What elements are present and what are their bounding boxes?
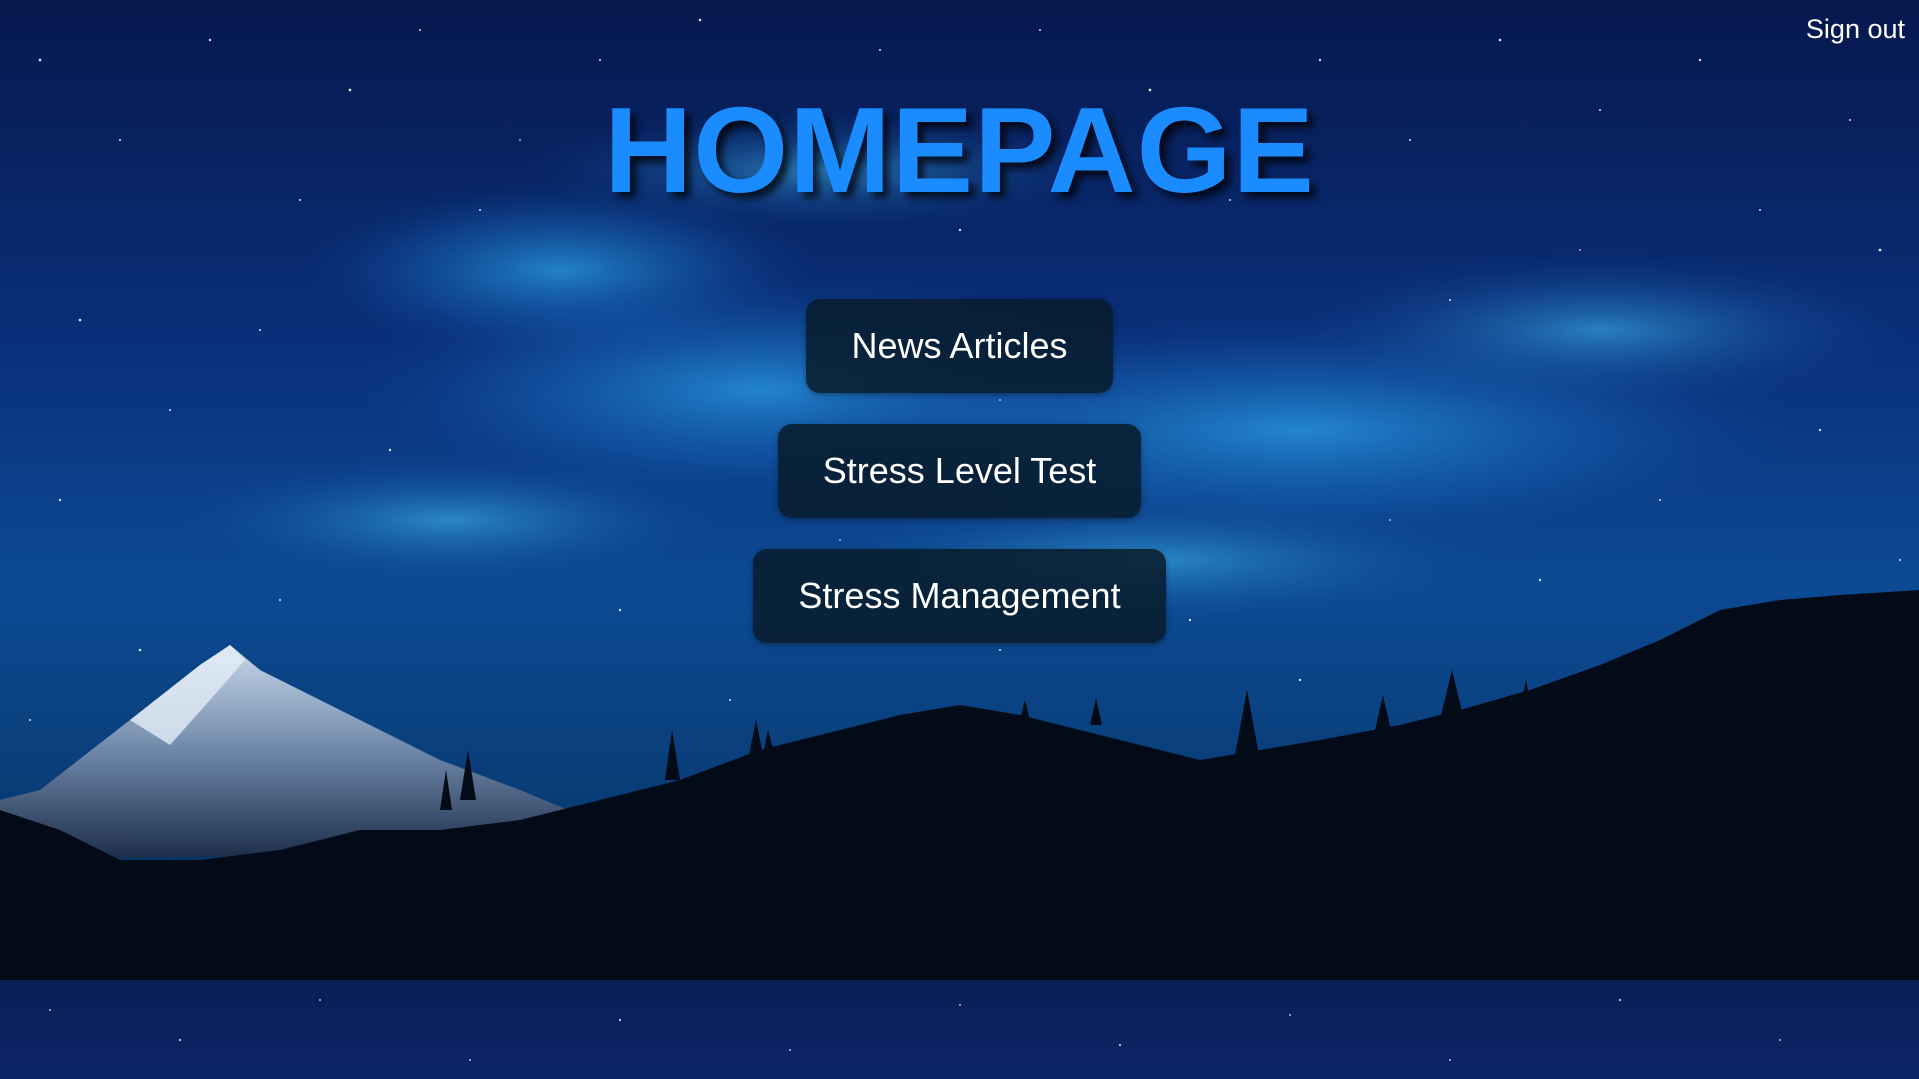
sign-out-link[interactable]: Sign out (1806, 14, 1905, 45)
main-menu: News Articles Stress Level Test Stress M… (0, 299, 1919, 674)
stress-management-button[interactable]: Stress Management (753, 549, 1166, 643)
homepage: Sign out HOMEPAGE News Articles Stress L… (0, 0, 1919, 1079)
page-title: HOMEPAGE (604, 82, 1315, 218)
stress-level-test-button[interactable]: Stress Level Test (777, 424, 1142, 518)
news-articles-button[interactable]: News Articles (806, 299, 1113, 393)
